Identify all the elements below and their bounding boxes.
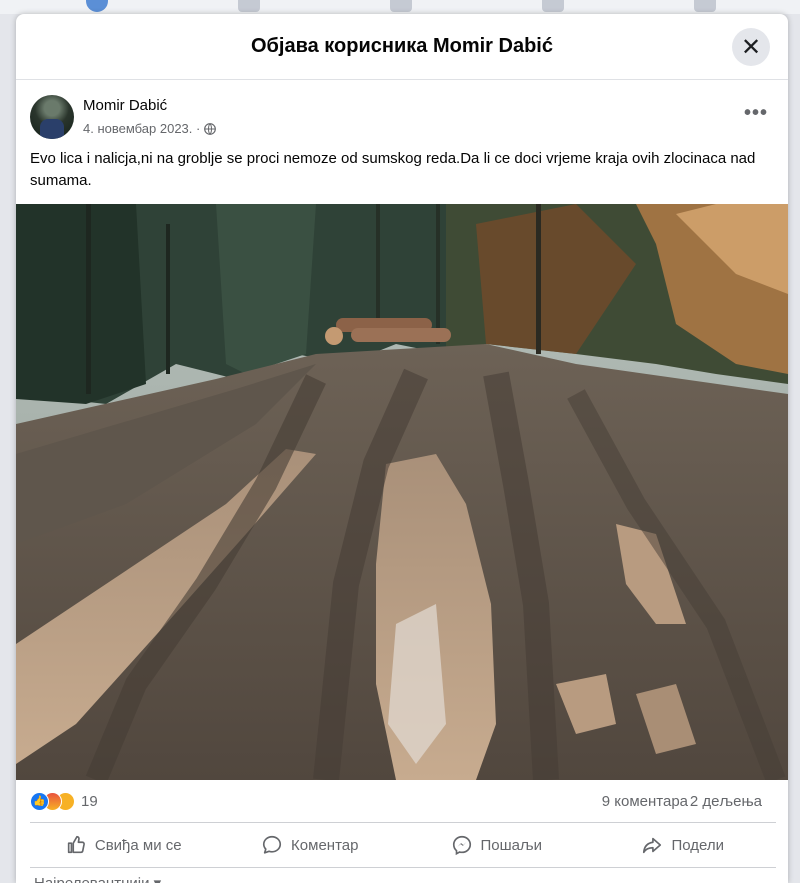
like-icon [67, 835, 85, 854]
globe-icon[interactable] [204, 122, 217, 135]
share-button[interactable]: Подели [590, 823, 777, 867]
comments-filter-dropdown[interactable]: Најрелевантнији ▾ [34, 874, 161, 883]
share-count[interactable]: 2 дељења [690, 793, 762, 810]
like-button[interactable]: Свиђа ми се [30, 823, 217, 867]
comments-filter-label: Најрелевантнији [34, 875, 149, 883]
share-icon [643, 837, 662, 854]
marketplace-icon [390, 0, 412, 12]
reaction-count[interactable]: 19 [81, 793, 98, 810]
post-dialog: Објава корисника Momir Dabić ✕ Momir Dab… [16, 14, 788, 883]
action-bar: Свиђа ми се Коментар Пошаљи Подели [30, 822, 776, 868]
home-icon [86, 0, 108, 12]
dialog-title: Објава корисника Momir Dabić [251, 35, 553, 57]
comment-icon [262, 835, 282, 854]
close-icon: ✕ [740, 33, 762, 61]
like-label: Свиђа ми се [94, 836, 182, 854]
post-photo-image [16, 204, 788, 780]
reactions-summary: 👍 19 9 коментара 2 дељења [30, 790, 776, 816]
comment-count[interactable]: 9 коментара [602, 793, 688, 810]
comment-button[interactable]: Коментар [217, 823, 404, 867]
like-icon: 👍 [30, 792, 49, 811]
post-meta: 4. новембар 2023. · [83, 121, 217, 136]
author-name[interactable]: Momir Dabić [83, 97, 167, 114]
chevron-down-icon: ▾ [154, 875, 162, 883]
close-button[interactable]: ✕ [732, 28, 770, 66]
video-icon [238, 0, 260, 12]
background-nav [0, 0, 800, 14]
groups-icon [542, 0, 564, 12]
avatar[interactable] [30, 95, 74, 139]
comment-label: Коментар [291, 836, 359, 854]
send-button[interactable]: Пошаљи [403, 823, 590, 867]
dialog-header: Објава корисника Momir Dabić ✕ [16, 14, 788, 80]
more-options-icon: ••• [743, 102, 768, 124]
post-date[interactable]: 4. новембар 2023. · [83, 121, 200, 136]
share-label: Подели [671, 836, 725, 854]
send-label: Пошаљи [480, 836, 542, 854]
gaming-icon [694, 0, 716, 12]
messenger-icon [452, 835, 471, 856]
more-options-button[interactable]: ••• [744, 102, 768, 125]
post-text: Evo lica i nalicja,ni na groblje se proc… [30, 150, 756, 189]
post-photo[interactable] [16, 204, 788, 780]
